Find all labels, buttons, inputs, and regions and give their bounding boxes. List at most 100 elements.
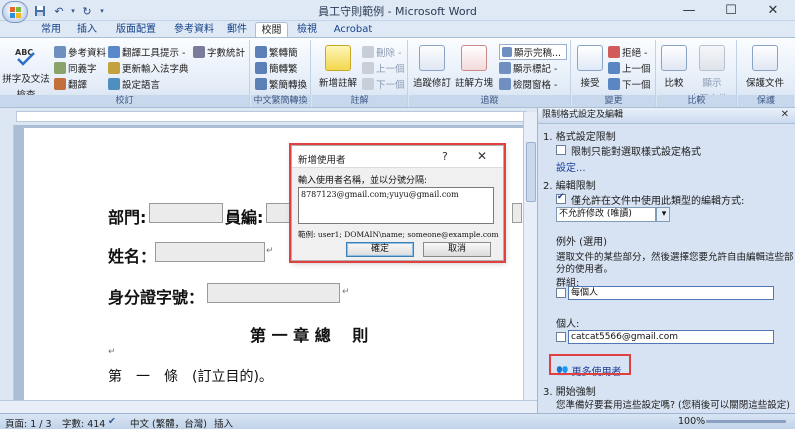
delete-comment-label: 刪除 - (376, 48, 402, 59)
language-indicator[interactable]: 中文 (繁體，台灣) (130, 416, 207, 429)
dept-field[interactable] (149, 203, 223, 223)
close-pane-icon[interactable]: ✕ (781, 109, 789, 120)
group-label-chinese: 中文繁簡轉換 (251, 95, 310, 107)
vertical-scrollbar[interactable] (523, 112, 537, 413)
tab-mailings[interactable]: 郵件 (222, 22, 252, 38)
chinese-convert-label: 繁簡轉換 (269, 80, 308, 91)
ok-button[interactable]: 確定 (346, 242, 414, 257)
thesaurus-button[interactable]: 同義字 (54, 61, 97, 75)
protect-document-icon (752, 45, 778, 71)
editing-restrictions-heading: 2. 編輯限制 (543, 181, 596, 192)
accept-label: 接受 (580, 78, 600, 89)
minimize-button[interactable]: — (668, 0, 710, 20)
group-label-comments: 註解 (312, 95, 407, 107)
scrollbar-thumb[interactable] (526, 142, 536, 202)
new-comment-button[interactable]: 新增註解 (315, 45, 361, 89)
close-button[interactable]: ✕ (752, 0, 794, 20)
thesaurus-icon (54, 62, 66, 74)
accept-button[interactable]: 接受 (574, 45, 606, 89)
restore-button[interactable]: ☐ (710, 0, 752, 20)
restrict-editing-pane: 限制格式設定及編輯 ✕ 1. 格式設定限制 限制只能對選取樣式設定格式 設定..… (537, 108, 795, 413)
employee-id-field[interactable] (266, 203, 292, 223)
simp-to-trad-button[interactable]: 簡轉繁 (255, 61, 298, 75)
everyone-label: 每個人 (571, 288, 599, 298)
compare-icon (661, 45, 687, 71)
zoom-slider[interactable] (706, 420, 786, 423)
new-comment-label: 新增註解 (318, 78, 357, 89)
ribbon: ABC 拼字及文法 檢查 參考資料 同義字 翻譯 翻譯工具提示 - 更新輸入法字… (0, 37, 795, 108)
editing-type-select[interactable]: 不允許修改 (唯讀) (556, 207, 656, 222)
tab-references[interactable]: 參考資料 (168, 22, 220, 38)
spelling-label: 拼字及文法 (2, 74, 50, 85)
translate-label: 翻譯 (68, 80, 88, 91)
allow-editing-type-checkbox[interactable] (556, 192, 566, 204)
word-count-button[interactable]: 字數統計 (193, 45, 245, 59)
settings-link[interactable]: 設定... (556, 159, 586, 174)
reviewing-pane-button[interactable]: 檢閱窗格 - (499, 77, 557, 91)
chinese-convert-button[interactable]: 繁簡轉換 (255, 77, 307, 91)
dialog-prompt: 輸入使用者名稱，並以分號分隔: (298, 176, 428, 186)
trad-to-simp-icon (255, 46, 267, 58)
previous-comment-icon (362, 62, 374, 74)
help-icon[interactable]: ? (442, 150, 448, 163)
next-comment-button[interactable]: 下一個 (362, 77, 405, 91)
reject-icon (608, 46, 620, 58)
dept-label: 部門: (108, 208, 147, 227)
translate-button[interactable]: 翻譯 (54, 77, 87, 91)
word-count-label: 字數統計 (207, 48, 246, 59)
trad-to-simp-button[interactable]: 繁轉簡 (255, 45, 298, 59)
delete-comment-button[interactable]: 刪除 - (362, 45, 401, 59)
thesaurus-label: 同義字 (68, 64, 97, 75)
spelling-button[interactable]: ABC 拼字及文法 檢查 (2, 45, 50, 101)
zoom-level[interactable]: 100% (678, 416, 705, 427)
previous-change-label: 上一個 (622, 64, 651, 75)
proofing-status-icon[interactable]: ✔ (108, 416, 116, 427)
compare-button[interactable]: 比較 (659, 45, 689, 89)
id-number-label: 身分證字號： (108, 288, 205, 307)
group-label-proofing: 校訂 (0, 95, 249, 107)
formatting-restrictions-heading: 1. 格式設定限制 (543, 132, 616, 143)
restrict-formatting-checkbox[interactable] (556, 145, 566, 155)
show-markup-button[interactable]: 顯示標記 - (499, 61, 557, 75)
name-field[interactable] (155, 242, 265, 262)
tab-insert[interactable]: 插入 (72, 22, 102, 38)
previous-change-button[interactable]: 上一個 (608, 61, 651, 75)
track-changes-button[interactable]: 追蹤修訂 (411, 45, 453, 89)
display-for-review-select[interactable]: 顯示完稿... (499, 44, 567, 60)
update-ime-button[interactable]: 更新輸入法字典 (108, 61, 189, 75)
everyone-checkbox[interactable] (556, 288, 566, 298)
cancel-button[interactable]: 取消 (423, 242, 491, 257)
research-button[interactable]: 參考資料 (54, 45, 106, 59)
horizontal-scrollbar[interactable] (0, 400, 537, 413)
set-language-button[interactable]: 設定語言 (108, 77, 160, 91)
next-change-button[interactable]: 下一個 (608, 77, 651, 91)
group-compare: 比較 顯示 來源文件 - 比較 (657, 40, 737, 107)
research-label: 參考資料 (68, 48, 107, 59)
balloons-button[interactable]: 註解方塊 (453, 45, 495, 89)
dialog-body: 輸入使用者名稱，並以分號分隔: 8787123@gmail.com;yuyu@g… (292, 167, 503, 260)
reject-button[interactable]: 拒絕 - (608, 45, 647, 59)
individual-entry[interactable]: catcat5566@gmail.com (568, 330, 774, 344)
tab-view[interactable]: 檢視 (292, 22, 322, 38)
word-count[interactable]: 字數: 414 (62, 416, 105, 429)
everyone-entry[interactable]: 每個人 (568, 286, 774, 300)
set-language-icon (108, 78, 120, 90)
insert-mode[interactable]: 插入 (214, 416, 233, 429)
individual-checkbox[interactable] (556, 332, 566, 342)
tab-acrobat[interactable]: Acrobat (330, 22, 376, 38)
protect-document-button[interactable]: 保護文件 - (740, 45, 790, 102)
tab-review[interactable]: 校閱 (255, 22, 288, 38)
group-changes: 接受 拒絕 - 上一個 下一個 變更 (572, 40, 656, 107)
office-button[interactable] (2, 1, 28, 23)
id-number-field[interactable] (207, 283, 340, 303)
previous-comment-button[interactable]: 上一個 (362, 61, 405, 75)
close-icon[interactable]: ✕ (477, 149, 487, 163)
page-indicator[interactable]: 頁面: 1 / 3 (5, 416, 52, 429)
tab-home[interactable]: 常用 (36, 22, 66, 38)
more-users-link[interactable]: 👥 更多使用者... (556, 363, 631, 378)
tab-page-layout[interactable]: 版面配置 (110, 22, 162, 38)
translation-tooltip-button[interactable]: 翻譯工具提示 - (108, 45, 185, 59)
simp-to-trad-icon (255, 62, 267, 74)
user-names-input[interactable]: 8787123@gmail.com;yuyu@gmail.com (298, 187, 494, 224)
chevron-down-icon[interactable]: ▾ (656, 207, 670, 222)
